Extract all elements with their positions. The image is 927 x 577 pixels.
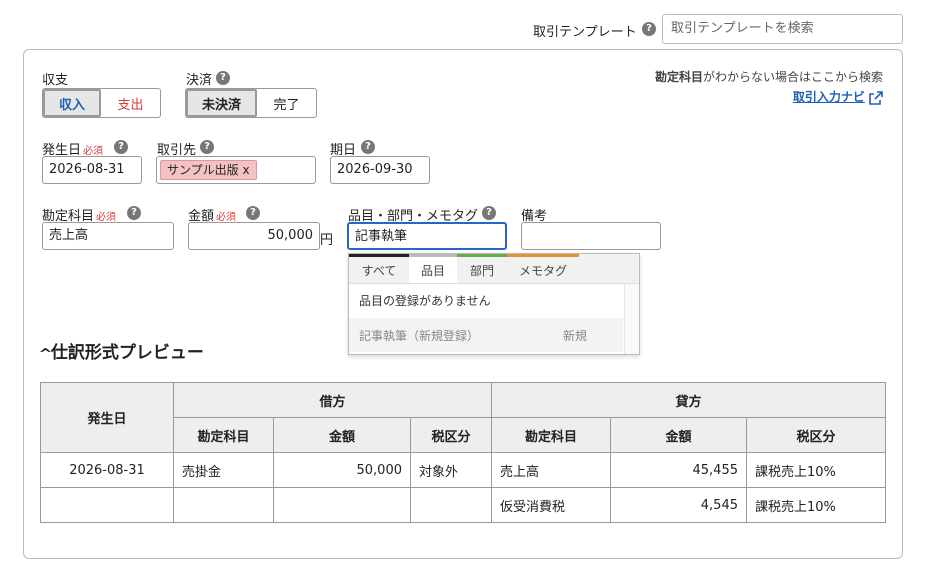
table-row: 仮受消費税 4,545 課税売上10%: [40, 487, 886, 523]
external-link-icon: [869, 90, 883, 105]
expense-option[interactable]: 支出: [101, 89, 160, 117]
tab-all[interactable]: すべて: [349, 254, 409, 283]
partner-tag-remove[interactable]: x: [242, 163, 249, 177]
remarks-input[interactable]: [521, 222, 661, 250]
row-credit-amount: 4,545: [610, 487, 747, 523]
dropdown-empty-message: 品目の登録がありません: [359, 294, 491, 308]
unsettled-option[interactable]: 未決済: [186, 89, 257, 117]
navi-link-wrap: 取引入力ナビ: [793, 88, 883, 105]
header-debit-account: 勘定科目: [173, 417, 274, 453]
header-credit-tax: 税区分: [746, 417, 886, 453]
row-debit-tax: [410, 487, 492, 523]
table-row: 2026-08-31 売掛金 50,000 対象外 売上高 45,455 課税売…: [40, 452, 886, 488]
template-label: 取引テンプレート: [533, 25, 637, 40]
new-item-name: 記事執筆（新規登録）: [359, 328, 480, 343]
item-tags-help-icon[interactable]: ?: [482, 206, 496, 220]
partner-input[interactable]: サンプル出版 x: [156, 156, 316, 184]
settlement-toggle: 未決済 完了: [185, 88, 317, 118]
row-debit-amount: 50,000: [273, 452, 411, 488]
new-item-badge: 新規: [562, 328, 587, 343]
header-debit: 借方: [173, 382, 492, 418]
template-help-icon[interactable]: ?: [642, 22, 656, 36]
row-debit-amount: [273, 487, 411, 523]
template-search-input[interactable]: 取引テンプレートを検索: [662, 14, 903, 44]
row-date: 2026-08-31: [40, 452, 174, 488]
dropdown-new-item[interactable]: 記事執筆（新規登録） 新規: [349, 318, 623, 352]
row-date: [40, 487, 174, 523]
due-date-input[interactable]: 2026-09-30: [330, 156, 430, 184]
occurrence-date-help-icon[interactable]: ?: [114, 140, 128, 154]
row-credit-tax: 課税売上10%: [746, 452, 886, 488]
header-credit: 貸方: [491, 382, 886, 418]
header-debit-tax: 税区分: [410, 417, 492, 453]
chevron-up-icon: ^: [38, 347, 53, 362]
dropdown-scrollbar[interactable]: [624, 284, 639, 354]
transaction-navi-link[interactable]: 取引入力ナビ: [793, 90, 865, 104]
tab-items[interactable]: 品目: [409, 254, 457, 283]
row-credit-account: 仮受消費税: [491, 487, 611, 523]
settlement-label: 決済: [186, 73, 213, 88]
account-help-text: 勘定科目がわからない場合はここから検索: [655, 68, 883, 85]
header-debit-amount: 金額: [273, 417, 411, 453]
row-debit-account: 売掛金: [173, 452, 274, 488]
completed-option[interactable]: 完了: [257, 89, 316, 117]
partner-tag: サンプル出版 x: [160, 160, 257, 180]
income-option[interactable]: 収入: [43, 89, 102, 117]
row-debit-tax: 対象外: [410, 452, 492, 488]
preview-heading[interactable]: ^仕訳形式プレビュー: [38, 338, 204, 363]
row-debit-account: [173, 487, 274, 523]
income-expense-label: 収支: [42, 73, 69, 88]
row-credit-amount: 45,455: [610, 452, 747, 488]
occurrence-date-input[interactable]: 2026-08-31: [42, 156, 142, 184]
row-credit-tax: 課税売上10%: [746, 487, 886, 523]
dropdown-tabs: すべて 品目 部門 メモタグ: [349, 254, 639, 284]
account-help-bold: 勘定科目: [654, 70, 703, 84]
preview-title: 仕訳形式プレビュー: [50, 343, 204, 363]
due-date-help-icon[interactable]: ?: [361, 140, 375, 154]
row-credit-account: 売上高: [491, 452, 611, 488]
item-tags-input[interactable]: 記事執筆: [347, 222, 507, 250]
header-credit-amount: 金額: [610, 417, 747, 453]
account-help-rest: がわからない場合はここから検索: [702, 70, 883, 84]
tab-memo-tags[interactable]: メモタグ: [507, 254, 579, 283]
header-credit-account: 勘定科目: [491, 417, 611, 453]
account-input[interactable]: 売上高: [42, 222, 174, 250]
journal-preview-table: 発生日 借方 貸方 勘定科目 金額 税区分 勘定科目 金額 税区分 2026-0…: [40, 382, 886, 523]
account-help-icon[interactable]: ?: [127, 206, 141, 220]
tab-departments[interactable]: 部門: [457, 254, 507, 283]
item-tags-dropdown: すべて 品目 部門 メモタグ 品目の登録がありません 記事執筆（新規登録） 新規: [348, 253, 640, 355]
settlement-help-icon[interactable]: ?: [216, 71, 230, 85]
amount-unit: 円: [320, 233, 334, 248]
income-expense-toggle: 収入 支出: [42, 88, 161, 118]
header-date: 発生日: [40, 382, 174, 453]
partner-help-icon[interactable]: ?: [200, 140, 214, 154]
amount-help-icon[interactable]: ?: [246, 206, 260, 220]
amount-input[interactable]: 50,000: [188, 222, 320, 250]
